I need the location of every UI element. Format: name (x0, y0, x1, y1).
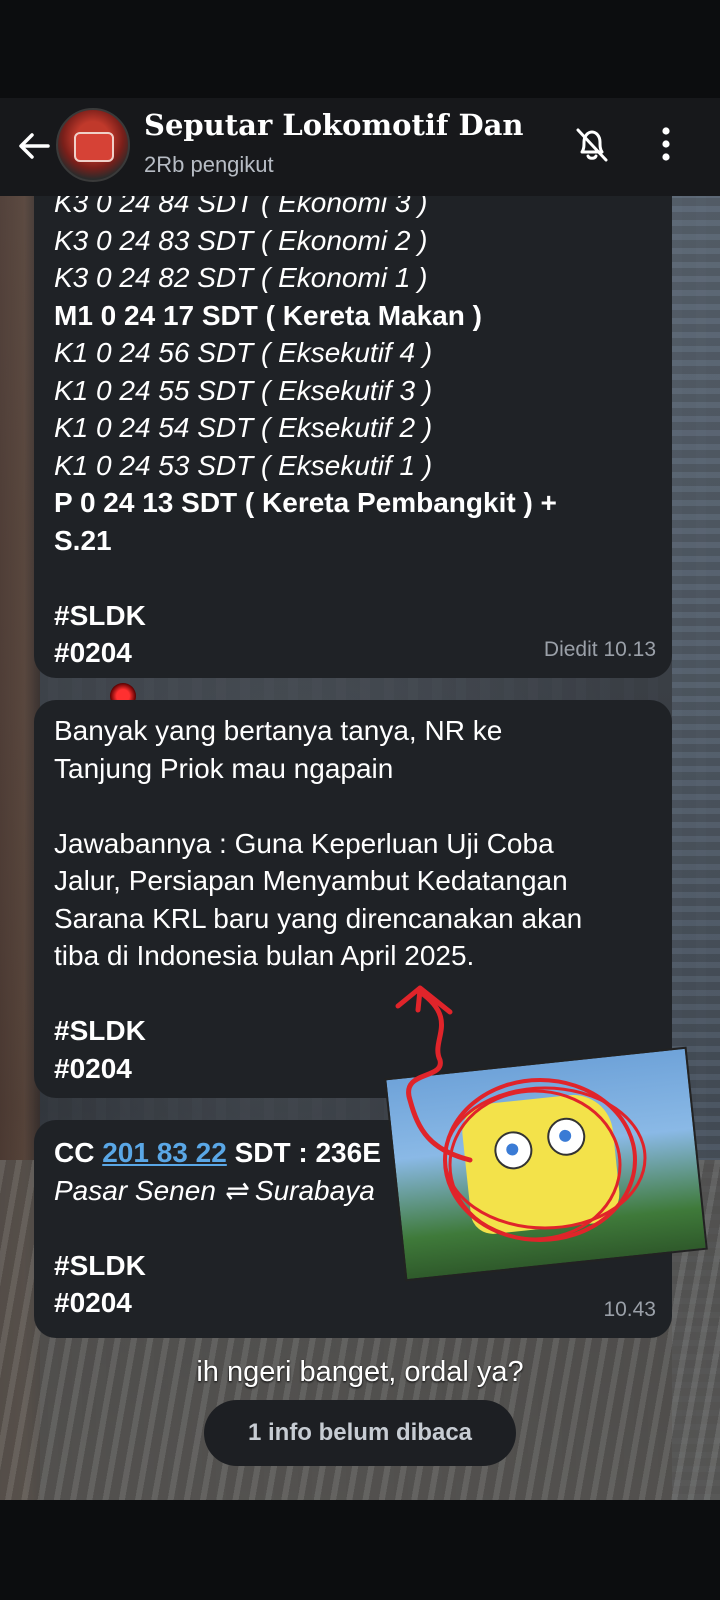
follower-count: 2Rb pengikut (144, 152, 274, 177)
channel-title[interactable]: Seputar Lokomotif Dan ... (144, 108, 534, 142)
channel-avatar[interactable] (56, 108, 130, 182)
channel-header: Seputar Lokomotif Dan ... 2Rb pengikut (0, 98, 720, 196)
unread-info-pill[interactable]: 1 info belum dibaca (204, 1400, 516, 1466)
bottom-bar (0, 1500, 720, 1600)
back-arrow-icon[interactable] (14, 126, 54, 166)
locomotive-front (74, 132, 114, 162)
bell-off-icon[interactable] (570, 122, 614, 166)
more-vert-icon[interactable] (654, 122, 678, 166)
overlay-caption: ih ngeri banget, ordal ya? (196, 1356, 524, 1388)
